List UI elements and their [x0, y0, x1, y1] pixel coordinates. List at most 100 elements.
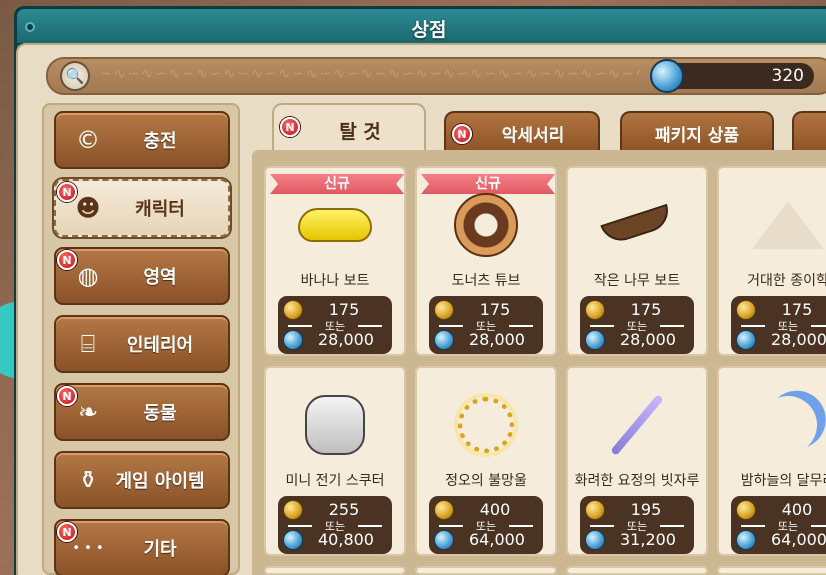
sidebar-item-6[interactable]: • • • 기타 — [54, 519, 230, 575]
gold-coin-icon — [736, 300, 756, 320]
sidebar-item-label: 캐릭터 — [135, 199, 185, 220]
sidebar-item-2[interactable]: ◍ 영역 — [54, 247, 230, 305]
new-badge-icon: N — [57, 522, 77, 542]
gem-price: 31,200 — [620, 530, 676, 549]
product-name: 작은 나무 보트 — [593, 273, 681, 289]
product-card[interactable]: 미니 전기 스쿠터 255 또는 40,800 — [264, 366, 406, 556]
new-badge-icon: N — [57, 386, 77, 406]
new-badge-icon: N — [57, 182, 77, 202]
product-card[interactable]: 신규 도너츠 튜브 175 또는 28,000 — [415, 166, 557, 356]
product-name: 도너츠 튜브 — [451, 273, 521, 289]
price-box[interactable]: 255 또는 40,800 — [278, 496, 392, 554]
price-box[interactable]: 195 또는 31,200 — [580, 496, 694, 554]
new-badge-icon: N — [280, 117, 300, 137]
gold-price: 175 — [630, 300, 662, 319]
price-box[interactable]: 175 또는 28,000 — [580, 296, 694, 354]
donut-tube-icon — [417, 190, 555, 260]
tab-label: 탈 것 — [339, 120, 381, 143]
product-name: 바나나 보트 — [300, 273, 370, 289]
gold-price: 175 — [781, 300, 813, 319]
gold-coin-icon — [736, 500, 756, 520]
copyright-coin-icon: © — [76, 126, 100, 154]
sidebar-item-1[interactable]: ☻ 캐릭터 — [54, 179, 230, 237]
product-card[interactable]: 신규 바나나 보트 175 또는 28,000 — [264, 166, 406, 356]
price-box[interactable]: 400 또는 64,000 — [731, 496, 826, 554]
sidebar-item-3[interactable]: ⌸ 인테리어 — [54, 315, 230, 373]
scooter-icon — [266, 390, 404, 460]
product-card[interactable]: 밤하늘의 달무리 400 또는 64,000 — [717, 366, 826, 556]
gem-icon — [585, 330, 605, 350]
gem-price: 28,000 — [771, 330, 826, 349]
paper-crane-icon — [719, 190, 826, 260]
gold-coin-icon — [283, 300, 303, 320]
fairy-broom-icon — [568, 390, 706, 460]
gem-icon — [736, 330, 756, 350]
sidebar-item-label: 충전 — [143, 131, 177, 152]
sun-ring-icon — [417, 390, 555, 460]
tab-label: 패키지 상품 — [654, 125, 740, 146]
product-card[interactable]: 화려한 요정의 빗자루 195 또는 31,200 — [566, 366, 708, 556]
gem-icon — [585, 530, 605, 550]
gem-price: 40,800 — [318, 530, 374, 549]
sidebar-item-label: 인테리어 — [126, 335, 194, 356]
gold-price: 175 — [328, 300, 360, 319]
product-card[interactable]: 작은 나무 보트 175 또는 28,000 — [566, 166, 708, 356]
potion-icon: ⚱ — [77, 466, 99, 494]
product-name: 미니 전기 스쿠터 — [285, 473, 385, 489]
product-name: 거대한 종이학 — [747, 273, 826, 289]
gold-coin-icon — [434, 500, 454, 520]
gem-icon — [434, 530, 454, 550]
product-name: 정오의 불망울 — [445, 473, 527, 489]
product-card[interactable]: 정오의 불망울 400 또는 64,000 — [415, 366, 557, 556]
product-name: 밤하늘의 달무리 — [740, 473, 826, 489]
sidebar-item-label: 동물 — [143, 403, 177, 424]
tab-label: 악세서리 — [501, 125, 565, 146]
gem-price: 64,000 — [771, 530, 826, 549]
product-card[interactable] — [717, 566, 826, 575]
price-box[interactable]: 400 또는 64,000 — [429, 496, 543, 554]
gold-coin-icon — [434, 300, 454, 320]
sidebar-item-0[interactable]: © 충전 — [54, 111, 230, 169]
gold-coin-icon — [585, 300, 605, 320]
price-box[interactable]: 175 또는 28,000 — [731, 296, 826, 354]
sidebar-item-4[interactable]: ❧ 동물 — [54, 383, 230, 441]
price-box[interactable]: 175 또는 28,000 — [429, 296, 543, 354]
gold-coin-icon — [585, 500, 605, 520]
gem-price: 64,000 — [469, 530, 525, 549]
crescent-moon-icon — [719, 390, 826, 460]
sidebar-item-label: 게임 아이템 — [115, 471, 205, 492]
gold-coin-icon — [283, 500, 303, 520]
product-card[interactable] — [566, 566, 708, 575]
gem-price: 28,000 — [469, 330, 525, 349]
window-title: 상점 — [411, 19, 447, 41]
title-bar: 상점 — [17, 9, 826, 45]
gold-price: 255 — [328, 500, 360, 519]
tab-3[interactable] — [792, 111, 826, 153]
gem-price: 28,000 — [620, 330, 676, 349]
gold-price: 175 — [479, 300, 511, 319]
gold-price: 400 — [479, 500, 511, 519]
gem-icon — [736, 530, 756, 550]
product-card[interactable] — [415, 566, 557, 575]
sidebar-item-5[interactable]: ⚱ 게임 아이템 — [54, 451, 230, 509]
new-badge-icon: N — [57, 250, 77, 270]
sidebar-item-label: 영역 — [143, 267, 177, 288]
gem-balance: 320 — [771, 66, 804, 86]
decorative-swirl: ∽∿∽∿∽∿∽∿∽∿∽∿∽∿∽∿∽∿∽∿∽∿∽∿∽∿∽∿∽∿∽∿∽∿∽∿∽∿∽∿… — [100, 66, 640, 82]
banana-boat-icon — [266, 190, 404, 260]
sidebar-item-label: 기타 — [143, 539, 177, 560]
tab-2[interactable]: 패키지 상품 — [620, 111, 774, 153]
gold-price: 400 — [781, 500, 813, 519]
gem-icon — [650, 59, 684, 93]
product-name: 화려한 요정의 빗자루 — [574, 473, 700, 489]
gem-icon — [283, 530, 303, 550]
chair-icon: ⌸ — [80, 330, 96, 358]
gem-icon — [283, 330, 303, 350]
price-box[interactable]: 175 또는 28,000 — [278, 296, 392, 354]
gem-price: 28,000 — [318, 330, 374, 349]
wooden-boat-icon — [568, 190, 706, 260]
product-card[interactable]: 거대한 종이학 175 또는 28,000 — [717, 166, 826, 356]
search-icon[interactable]: 🔍 — [60, 61, 90, 91]
gold-price: 195 — [630, 500, 662, 519]
product-card[interactable] — [264, 566, 406, 575]
